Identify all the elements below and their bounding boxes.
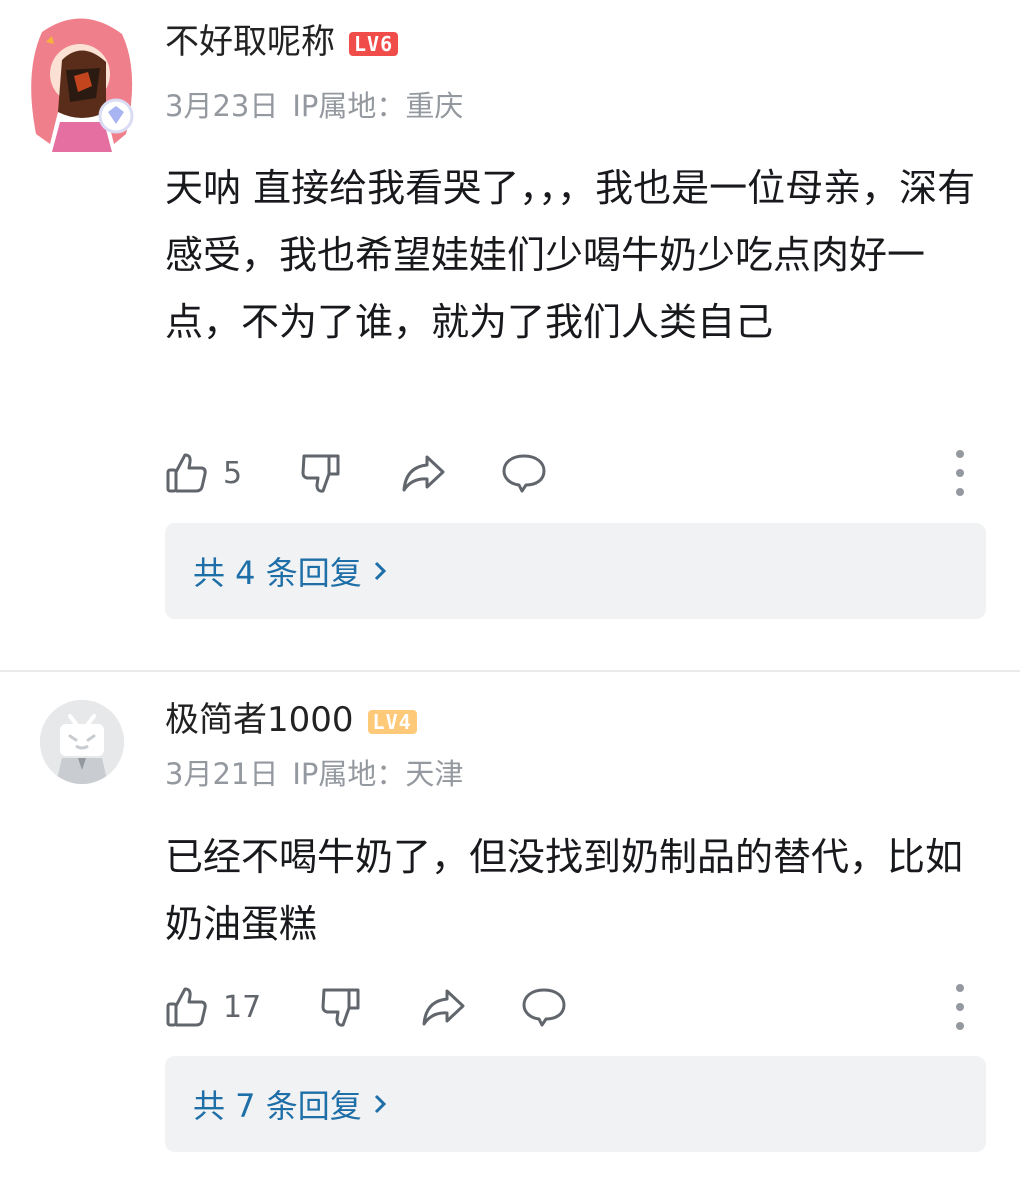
comment-item: 不好取呢称 LV6 3月23日 IP属地：重庆 天呐 直接给我看哭了，，，我也是一位…	[0, 0, 1020, 670]
comment-date: 3月23日	[165, 89, 279, 123]
more-icon-dot	[956, 488, 964, 496]
chevron-right-icon	[374, 561, 386, 581]
replies-label[interactable]: 共 4 条回复	[193, 548, 362, 594]
like-icon	[166, 987, 207, 1027]
more-icon	[956, 984, 964, 992]
comment-meta: 3月23日 IP属地：重庆	[165, 88, 463, 124]
comment-item: 极简者1000 LV4 3月21日 IP属地：天津 已经不喝牛奶了，但没找到奶制品的…	[0, 670, 1020, 1200]
replies-box: 共 7 条回复	[165, 1056, 986, 1152]
username-text[interactable]: 极简者1000	[165, 700, 354, 740]
view-replies-link[interactable]: 共 4 条回复	[193, 523, 388, 619]
avatar[interactable]	[40, 700, 124, 784]
like-count: 5	[223, 455, 243, 491]
share-icon	[402, 455, 445, 492]
share-button[interactable]	[400, 448, 446, 498]
more-button[interactable]	[950, 984, 970, 1030]
reply-icon	[502, 454, 546, 493]
username-text[interactable]: 不好取呢称	[165, 22, 335, 62]
like-count: 17	[223, 989, 262, 1025]
reply-button[interactable]	[521, 982, 567, 1032]
comment-date: 3月21日	[165, 757, 279, 791]
share-icon	[422, 989, 465, 1026]
comment-meta: 3月21日 IP属地：天津	[165, 756, 463, 792]
reply-icon	[522, 988, 566, 1027]
comment-text: 天呐 直接给我看哭了，，，我也是一位母亲，深有感受，我也希望娃娃们少喝牛奶少吃点…	[165, 166, 976, 344]
dislike-icon	[321, 988, 360, 1027]
replies-box: 共 4 条回复	[165, 523, 986, 619]
dislike-button[interactable]	[299, 448, 343, 498]
more-icon-dot	[956, 1003, 964, 1011]
level-badge: LV4	[367, 709, 417, 734]
avatar[interactable]	[22, 12, 142, 152]
comment-actions: 5	[165, 448, 980, 498]
username[interactable]: 极简者1000 LV4	[165, 698, 417, 742]
replies-label[interactable]: 共 7 条回复	[193, 1081, 362, 1127]
comment-actions: 17	[165, 982, 980, 1032]
username[interactable]: 不好取呢称 LV6	[165, 20, 399, 64]
more-icon-dot	[956, 1022, 964, 1030]
reply-button[interactable]	[501, 448, 547, 498]
share-button[interactable]	[420, 982, 466, 1032]
more-button[interactable]	[950, 450, 970, 496]
comment-text: 已经不喝牛奶了，但没找到奶制品的替代，比如奶油蛋糕	[165, 835, 964, 946]
like-button[interactable]: 17	[165, 982, 261, 1032]
ip-location: IP属地：重庆	[292, 89, 464, 123]
more-icon-dot	[956, 469, 964, 477]
view-replies-link[interactable]: 共 7 条回复	[193, 1056, 388, 1152]
level-badge: LV6	[349, 31, 399, 56]
ip-location: IP属地：天津	[292, 757, 464, 791]
more-icon	[956, 450, 964, 458]
dislike-button[interactable]	[319, 982, 363, 1032]
dislike-icon	[301, 454, 340, 493]
like-button[interactable]: 5	[165, 448, 242, 498]
chevron-right-icon	[374, 1094, 386, 1114]
like-icon	[166, 453, 207, 493]
